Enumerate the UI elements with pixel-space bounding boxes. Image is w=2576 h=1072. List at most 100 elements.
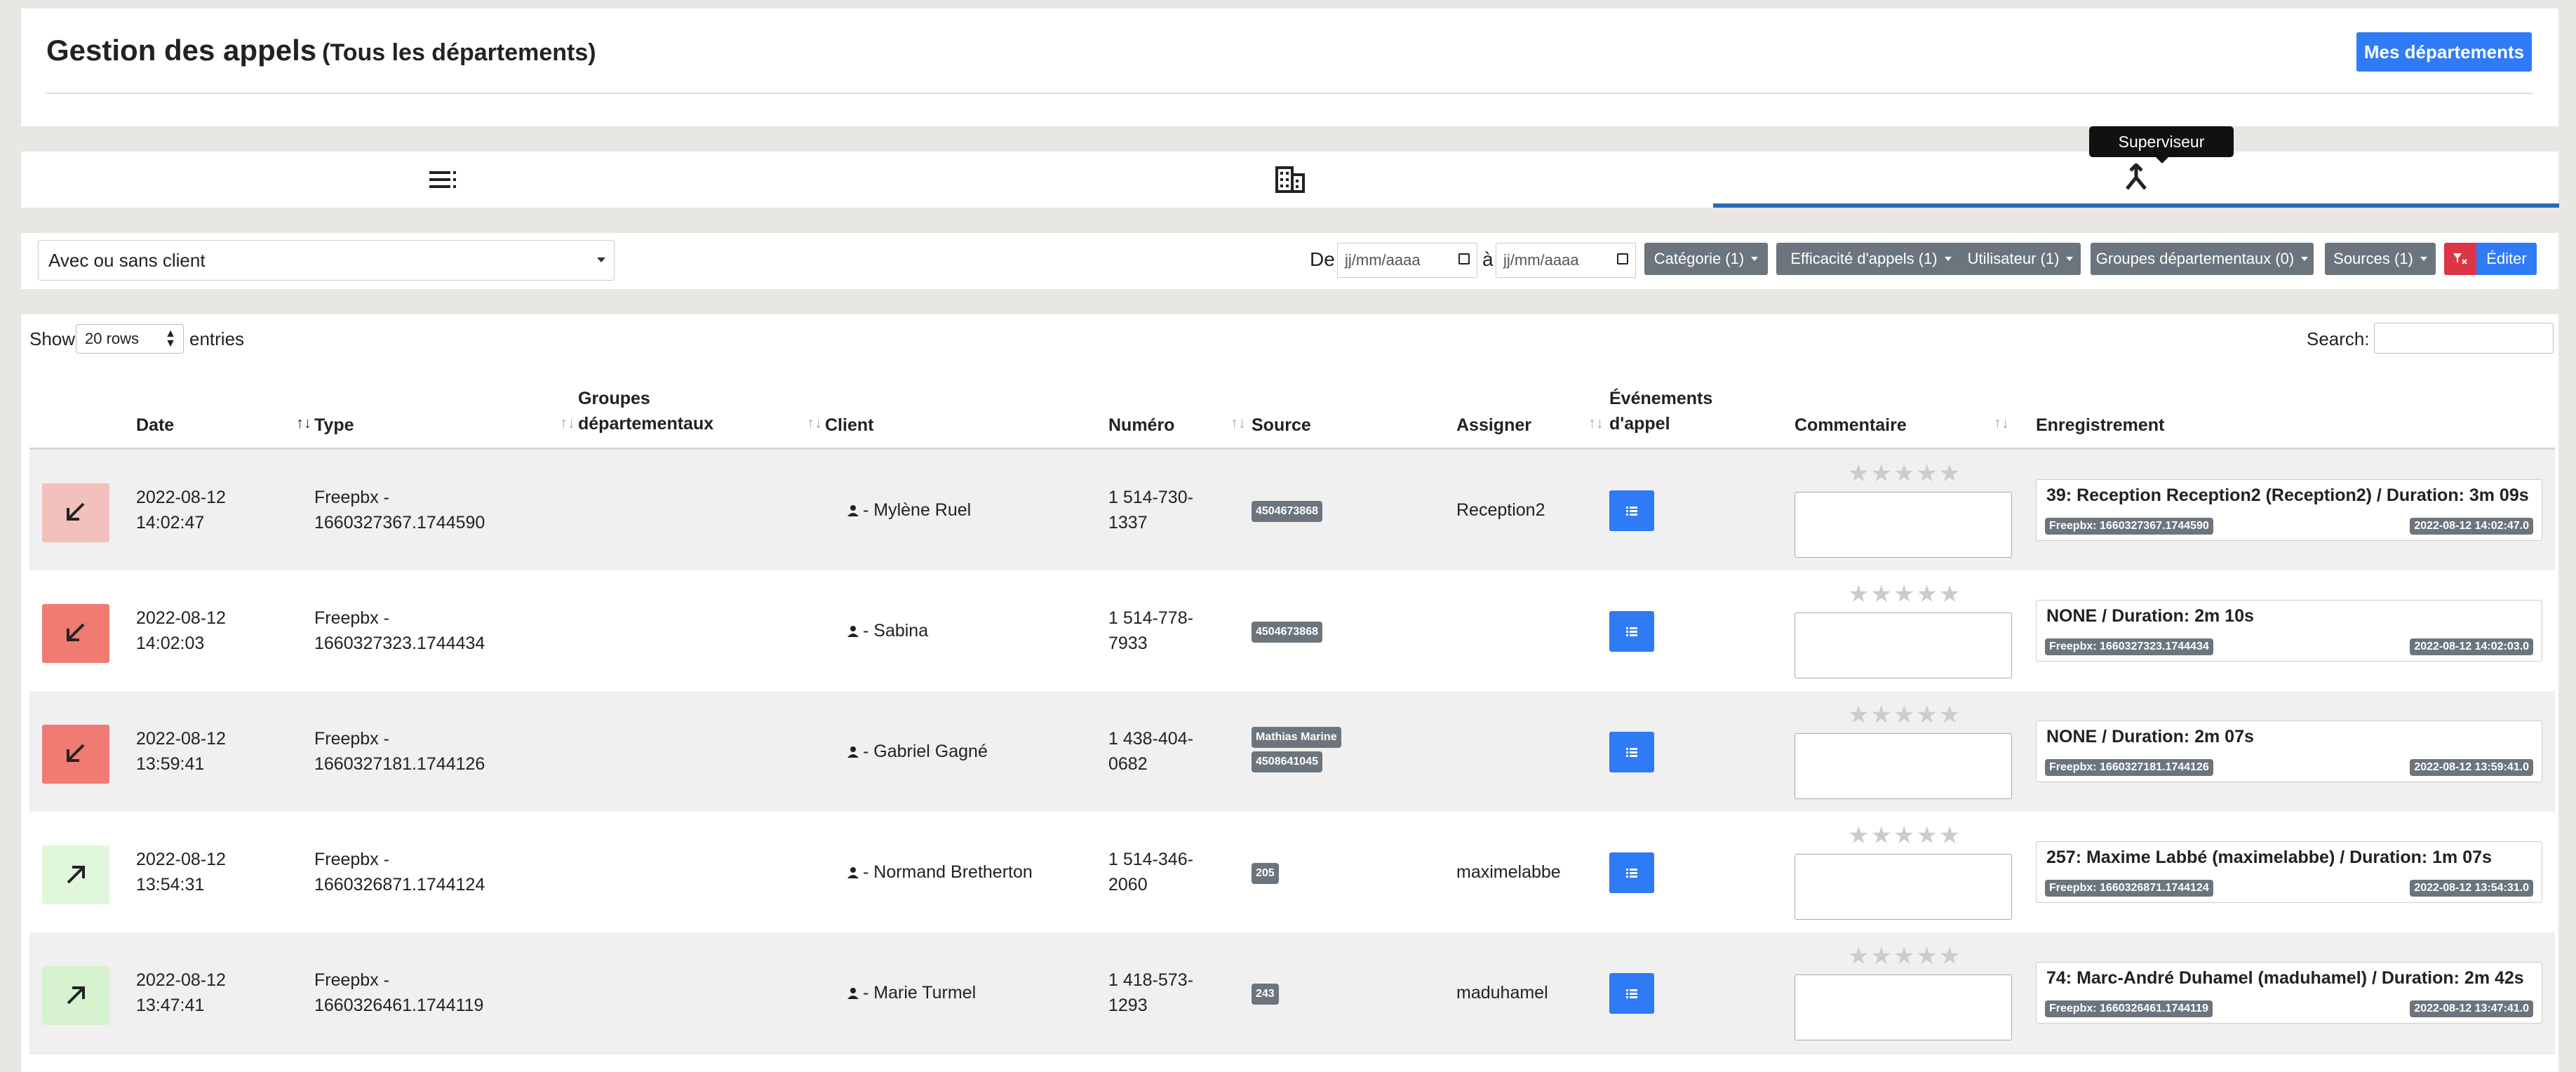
- rating-stars[interactable]: ★★★★★: [1848, 580, 1961, 608]
- user-icon: [847, 867, 859, 878]
- utilisateur-filter-button[interactable]: Utilisateur (1): [1960, 243, 2081, 275]
- recording-box: NONE / Duration: 2m 07s Freepbx: 16603271…: [2036, 721, 2542, 782]
- sort-icon[interactable]: ↑↓: [1588, 414, 1604, 432]
- sort-icon[interactable]: ↑↓: [1230, 414, 1246, 432]
- calls-table-card: Show 20 rows ▲ ▼ entries Search: Date ↑↓ T…: [21, 314, 2558, 1072]
- rating-stars[interactable]: ★★★★★: [1848, 701, 1961, 729]
- call-events-button[interactable]: [1609, 852, 1654, 893]
- date-to-label: à: [1482, 248, 1494, 270]
- client-cell[interactable]: - Gabriel Gagné: [847, 739, 988, 764]
- sort-icon[interactable]: ↑↓: [1994, 414, 2009, 432]
- time-value: 13:47:41: [136, 996, 205, 1015]
- comment-textarea[interactable]: [1795, 733, 2012, 799]
- call-direction-indicator: [42, 966, 109, 1025]
- call-events-button[interactable]: [1609, 490, 1654, 531]
- sort-icon[interactable]: ↑↓: [560, 414, 575, 432]
- numero-line2: 0682: [1108, 754, 1148, 774]
- numero-line2: 2060: [1108, 875, 1148, 895]
- client-cell[interactable]: - Sabina: [847, 618, 928, 643]
- call-events-button[interactable]: [1609, 973, 1654, 1014]
- recording-id-badge: Freepbx: 1660327323.1744434: [2045, 638, 2213, 655]
- table-row: 2022-08-12 13:47:41 Freepbx - 1660326461.17…: [29, 932, 2555, 1054]
- sort-desc-icon[interactable]: ↑↓: [296, 414, 311, 432]
- groupes-filter-button[interactable]: Groupes départementaux (0): [2091, 243, 2314, 275]
- clear-filters-button[interactable]: [2444, 243, 2476, 275]
- rows-per-page-select[interactable]: 20 rows ▲ ▼: [76, 324, 184, 354]
- rating-stars[interactable]: ★★★★★: [1848, 822, 1961, 850]
- arrow-incoming-icon: [67, 502, 85, 521]
- numero-cell: 1 418-573- 1293: [1108, 967, 1193, 1018]
- numero-line2: 1293: [1108, 996, 1148, 1015]
- search-input[interactable]: [2374, 323, 2554, 354]
- assigner-cell: Reception2: [1456, 500, 1545, 520]
- categorie-filter-button[interactable]: Catégorie (1): [1644, 243, 1768, 275]
- filter-clear-icon: [2453, 253, 2467, 264]
- call-direction-indicator: [42, 604, 109, 663]
- source-cell: 4504673868: [1252, 621, 1322, 645]
- date-cell: 2022-08-12 14:02:47: [136, 485, 226, 535]
- date-to-input[interactable]: jj/mm/aaaa: [1496, 243, 1636, 278]
- assigner-cell: maximelabbe: [1456, 862, 1561, 882]
- type-id: 1660326461.1744119: [314, 996, 484, 1015]
- date-cell: 2022-08-12 13:59:41: [136, 726, 226, 777]
- comment-textarea[interactable]: [1795, 974, 2012, 1040]
- client-name: - Gabriel Gagné: [863, 742, 988, 761]
- filter-bar: Avec ou sans client De jj/mm/aaaa à jj/m…: [21, 233, 2558, 289]
- source-badge: 4508641045: [1252, 751, 1322, 772]
- rating-stars[interactable]: ★★★★★: [1848, 942, 1961, 970]
- call-events-button[interactable]: [1609, 732, 1654, 772]
- efficacite-filter-button[interactable]: Efficacité d'appels (1): [1776, 243, 1966, 275]
- editer-button[interactable]: Éditer: [2476, 243, 2537, 275]
- tab-superviseur[interactable]: [1713, 152, 2559, 208]
- col-assigner[interactable]: Assigner: [1456, 413, 1531, 438]
- date-value: 2022-08-12: [136, 970, 226, 990]
- col-enregistrement: Enregistrement: [2036, 415, 2165, 435]
- tab-list[interactable]: [21, 152, 867, 208]
- mes-departements-button[interactable]: Mes départements: [2356, 32, 2532, 72]
- sort-icon[interactable]: ↑↓: [807, 414, 822, 432]
- col-commentaire[interactable]: Commentaire: [1795, 413, 1907, 438]
- client-cell[interactable]: - Normand Bretherton: [847, 859, 1033, 885]
- source-badge: Mathias Marine: [1252, 727, 1341, 748]
- call-events-button[interactable]: [1609, 611, 1654, 652]
- comment-textarea[interactable]: [1795, 492, 2012, 558]
- client-filter-select[interactable]: Avec ou sans client: [38, 240, 615, 281]
- numero-line1: 1 514-730-: [1108, 488, 1193, 507]
- tab-departments[interactable]: [867, 152, 1713, 208]
- col-groupes[interactable]: Groupes départementaux: [578, 386, 713, 436]
- recording-title: 39: Reception Reception2 (Reception2) / …: [2046, 485, 2529, 505]
- rating-stars[interactable]: ★★★★★: [1848, 460, 1961, 488]
- type-source: Freepbx -: [314, 970, 389, 990]
- recording-title: NONE / Duration: 2m 10s: [2046, 606, 2254, 626]
- numero-line1: 1 438-404-: [1108, 729, 1193, 749]
- col-numero[interactable]: Numéro: [1108, 413, 1174, 438]
- numero-line1: 1 514-778-: [1108, 608, 1193, 628]
- sources-filter-button[interactable]: Sources (1): [2325, 243, 2436, 275]
- type-id: 1660327323.1744434: [314, 634, 485, 653]
- client-cell[interactable]: - Marie Turmel: [847, 980, 976, 1005]
- user-icon: [847, 988, 859, 999]
- date-cell: 2022-08-12 13:47:41: [136, 967, 226, 1018]
- col-type[interactable]: Type: [314, 413, 354, 438]
- caret-down-icon: [1944, 257, 1952, 261]
- arrow-outgoing-icon: [67, 866, 85, 884]
- user-icon: [847, 505, 859, 516]
- superviseur-tooltip: Superviseur: [2089, 126, 2234, 163]
- arrow-outgoing-icon: [67, 986, 85, 1005]
- col-date[interactable]: Date: [136, 413, 174, 438]
- header-card: Gestion des appels (Tous les départements…: [21, 8, 2558, 126]
- numero-line2: 1337: [1108, 513, 1148, 532]
- recording-box: 74: Marc-André Duhamel (maduhamel) / Dur…: [2036, 962, 2542, 1024]
- recording-time-badge: 2022-08-12 13:47:41.0: [2410, 1000, 2533, 1017]
- numero-line1: 1 514-346-: [1108, 850, 1193, 869]
- time-value: 13:54:31: [136, 875, 205, 895]
- date-from-input[interactable]: jj/mm/aaaa: [1337, 243, 1477, 278]
- type-cell: Freepbx - 1660326461.1744119: [314, 967, 483, 1018]
- col-evenements: Événements d'appel: [1609, 386, 1712, 436]
- client-cell[interactable]: - Mylène Ruel: [847, 497, 971, 523]
- comment-textarea[interactable]: [1795, 612, 2012, 678]
- sources-filter-label: Sources (1): [2333, 250, 2413, 267]
- comment-textarea[interactable]: [1795, 854, 2012, 920]
- caret-down-icon: [2301, 257, 2309, 261]
- recording-title: 74: Marc-André Duhamel (maduhamel) / Dur…: [2046, 968, 2524, 988]
